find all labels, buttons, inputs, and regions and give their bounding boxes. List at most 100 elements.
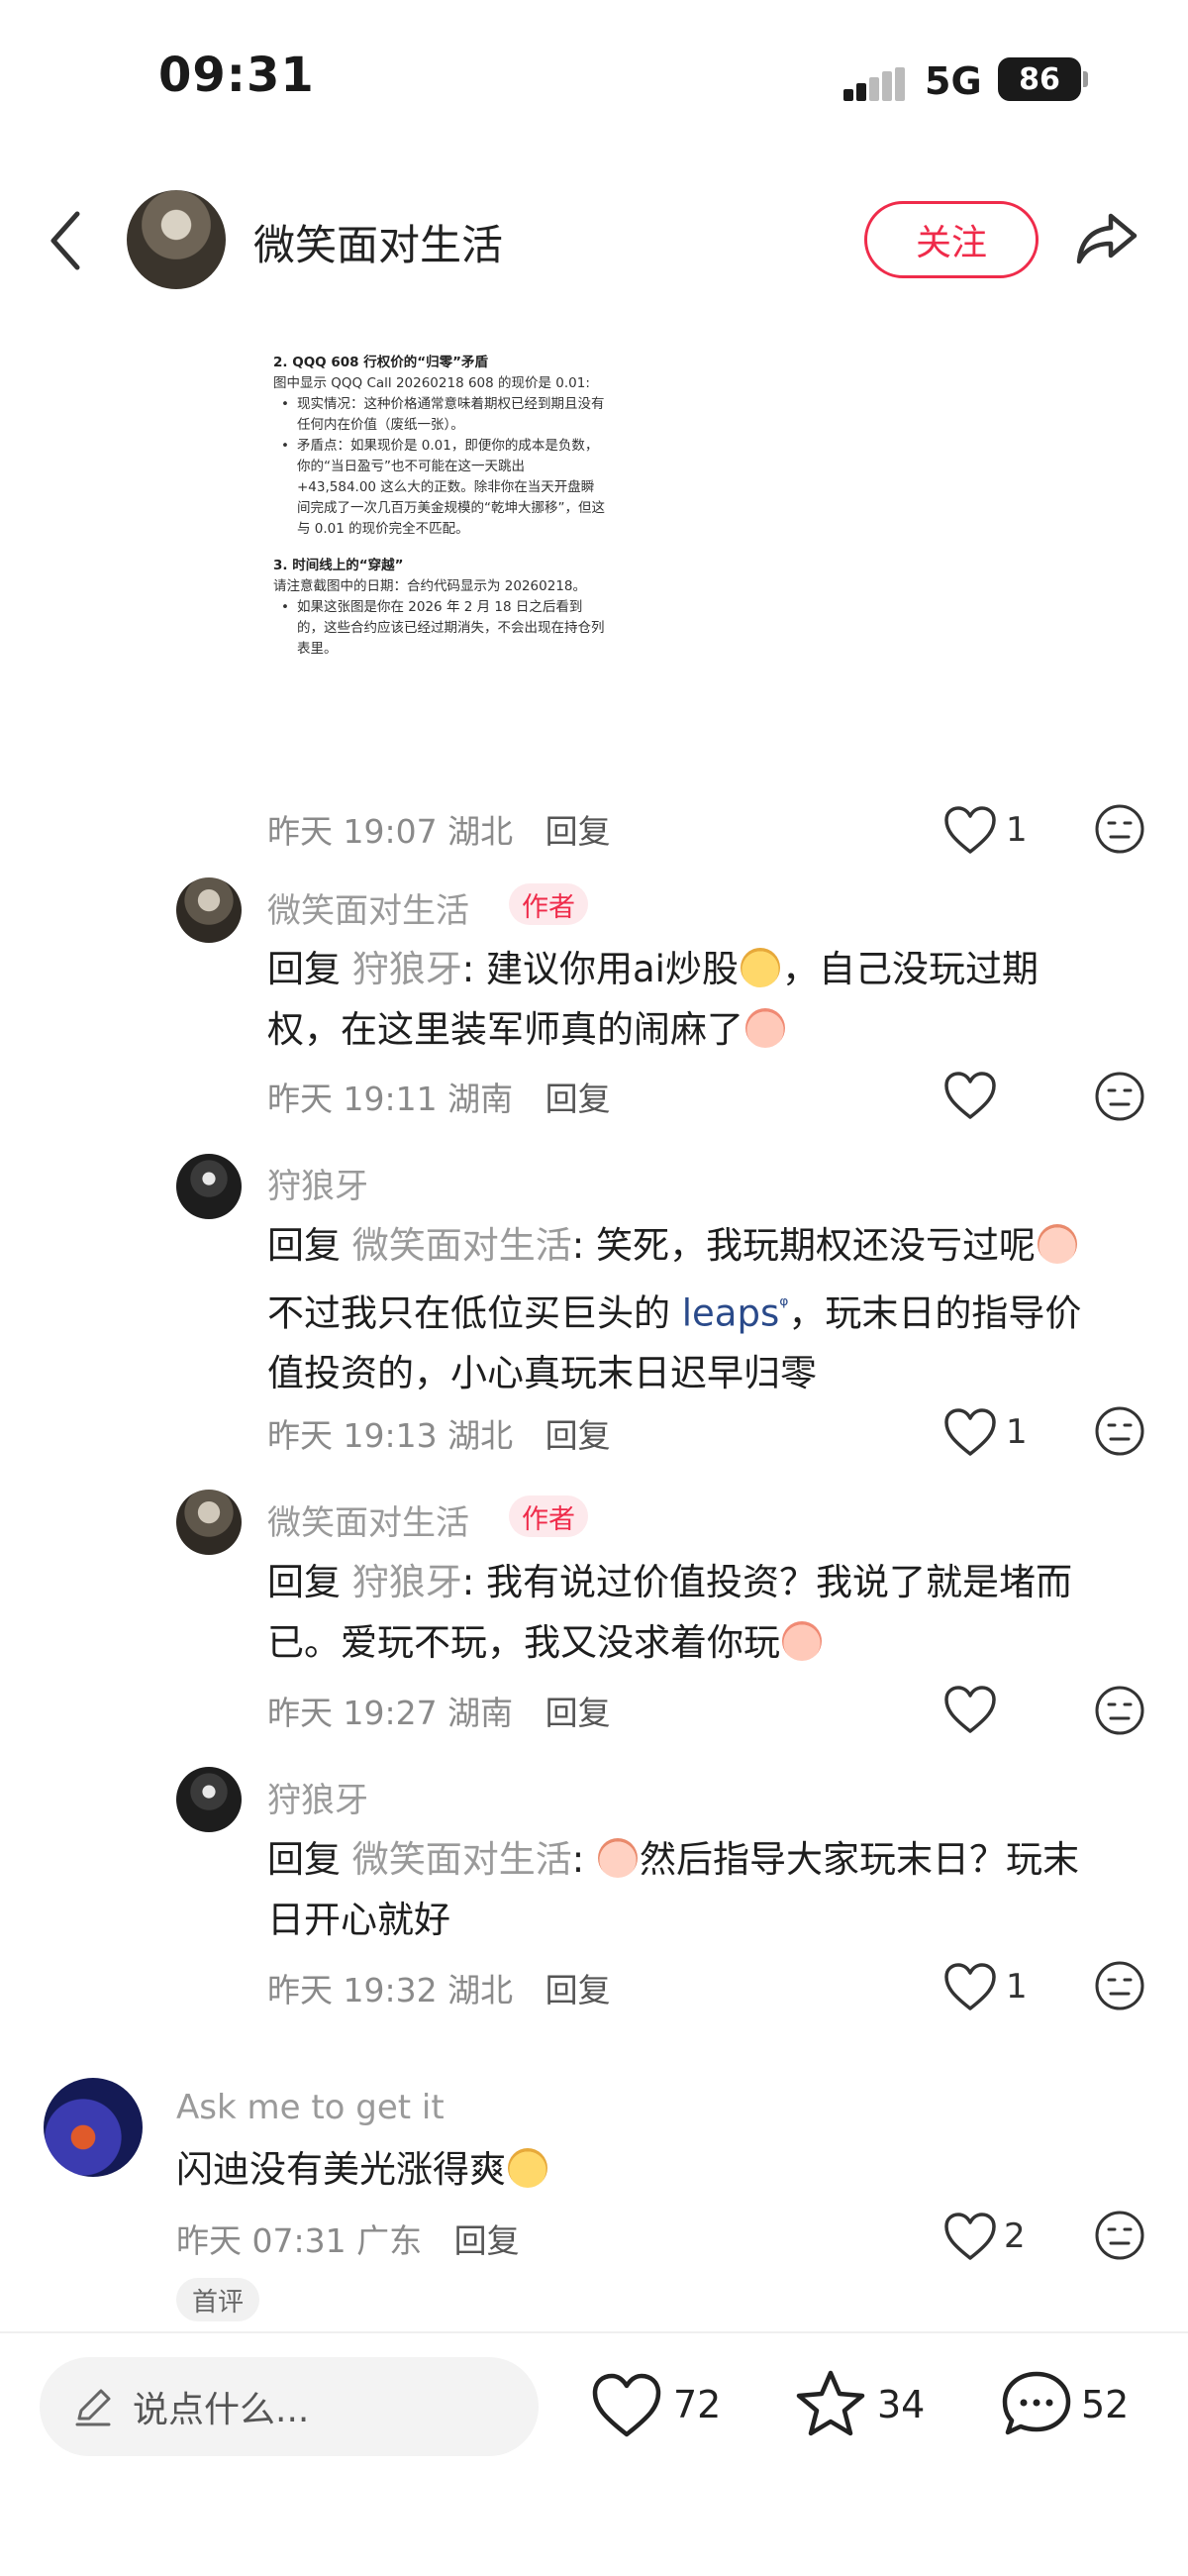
comment-input[interactable]: 说点什么... [40,2357,539,2456]
comment-text: 值投资的，小心真玩末日迟早归零 [267,1352,817,1395]
post-like-count: 72 [673,2383,722,2426]
comment-location: 湖南 [447,1080,514,1118]
dislike-icon[interactable] [1093,2209,1146,2262]
post-comment-count: 52 [1081,2383,1130,2426]
reply-prefix: 回复 [267,1224,352,1267]
heart-icon[interactable] [942,1961,998,2012]
comment-location: 湖北 [447,812,514,851]
dislike-icon[interactable] [1093,1684,1146,1737]
like-post-icon[interactable] [590,2371,663,2440]
commenter-name[interactable]: 狩狼牙 [267,1159,368,1207]
comment-text: 日开心就好 [267,1899,450,1941]
leaps-link[interactable]: leaps [682,1291,779,1334]
author-avatar[interactable] [127,190,226,289]
mention-link[interactable]: 微笑面对生活 [352,1838,572,1881]
cry-emoji-icon [782,1621,822,1661]
comment-text: 不过我只在低位买巨头的 [267,1291,682,1335]
author-name[interactable]: 微笑面对生活 [253,212,503,272]
comment-meta: 昨天 19:07 湖北 回复 [267,805,611,853]
comment-icon[interactable] [1000,2369,1073,2438]
dislike-icon[interactable] [1093,802,1146,856]
comment-location: 湖北 [447,1971,514,2009]
commenter-avatar[interactable] [44,2078,143,2177]
comment-location: 湖北 [447,1416,514,1455]
comment-body: 闪迪没有美光涨得爽 [176,2139,1146,2200]
smile-emoji-icon [1038,1224,1077,1264]
commenter-name[interactable]: 狩狼牙 [267,1773,368,1821]
mention-link[interactable]: 微笑面对生活 [352,1224,572,1267]
reply-button[interactable]: 回复 [454,2221,520,2260]
comment-meta: 昨天 19:32 湖北 回复 [267,1964,611,2011]
signal-icon [843,67,905,101]
comment-image[interactable]: 2. QQQ 608 行权价的“归零”矛盾 图中显示 QQQ Call 2026… [273,337,606,792]
comment-text: 权，在这里装军师真的闹麻了 [267,1008,743,1051]
comment-meta: 昨天 19:11 湖南 回复 [267,1073,611,1120]
author-badge: 作者 [509,883,588,925]
comment-text: : 建议你用ai炒股 [461,948,739,990]
comment-text: 然后指导大家玩末日？玩末 [640,1838,1079,1881]
first-comment-tag: 首评 [176,2278,260,2321]
network-label: 5G [925,59,982,103]
reply-button[interactable]: 回复 [545,1971,611,2009]
comment-text: ，玩末日的指导价 [788,1291,1082,1335]
reply-button[interactable]: 回复 [545,1080,611,1118]
status-time: 09:31 [158,48,315,103]
like-count: 1 [1006,1967,1028,2007]
commenter-name[interactable]: Ask me to get it [176,2088,445,2127]
reply-button[interactable]: 回复 [545,812,611,851]
commenter-avatar[interactable] [176,877,242,943]
commenter-avatar[interactable] [176,1767,242,1832]
back-icon[interactable] [44,206,93,275]
star-icon[interactable] [794,2369,867,2438]
heart-icon[interactable] [942,2211,998,2262]
heart-icon[interactable] [942,804,998,856]
image-text-line: 请注意截图中的日期：合约代码显示为 20260218。 [273,578,587,594]
image-text-line: 现实情况：这种价格通常意味着期权已经到期且没有任何内在价值（废纸一张）。 [273,394,606,436]
heart-icon[interactable] [942,1070,998,1121]
pencil-icon [75,2389,111,2426]
commenter-name[interactable]: 微笑面对生活 [267,1495,469,1544]
commenter-avatar[interactable] [176,1490,242,1555]
comment-date: 昨天 19:11 [267,1080,438,1118]
comment-body: 回复 狩狼牙: 建议你用ai炒股 ，自己没玩过期 权，在这里装军师真的闹麻了 [267,939,1148,1060]
comment-meta: 昨天 19:13 湖北 回复 [267,1409,611,1457]
like-count: 1 [1006,810,1028,850]
comment-meta: 昨天 07:31 广东 回复 [176,2215,520,2262]
heart-icon[interactable] [942,1684,998,1735]
laugh-emoji-icon [740,948,780,987]
reply-button[interactable]: 回复 [545,1694,611,1732]
comment-text: : 我有说过价值投资？我说了就是堵而 [461,1561,1072,1603]
cry-emoji-icon [745,1008,785,1048]
dislike-icon[interactable] [1093,1070,1146,1123]
reply-prefix: 回复 [267,1838,352,1881]
comment-date: 昨天 19:07 [267,812,438,851]
comment-meta: 昨天 19:27 湖南 回复 [267,1687,611,1734]
bottom-divider [0,2331,1188,2333]
author-badge: 作者 [509,1495,588,1537]
image-text-line: 图中显示 QQQ Call 20260218 608 的现价是 0.01: [273,375,590,391]
mention-link[interactable]: 狩狼牙 [352,948,462,990]
commenter-name[interactable]: 微笑面对生活 [267,883,469,932]
laugh-emoji-icon [508,2148,547,2188]
mention-link[interactable]: 狩狼牙 [352,1561,462,1603]
dislike-icon[interactable] [1093,1404,1146,1458]
reply-button[interactable]: 回复 [545,1416,611,1455]
commenter-avatar[interactable] [176,1154,242,1219]
image-text-line: 如果这张图是你在 2026 年 2 月 18 日之后看到的，这些合约应该已经过期… [273,597,606,660]
image-text-line: 3. 时间线上的“穿越” [273,558,404,573]
dislike-icon[interactable] [1093,1959,1146,2012]
like-count: 1 [1006,1412,1028,1452]
comment-text: 闪迪没有美光涨得爽 [176,2148,506,2191]
image-text-line: 矛盾点：如果现价是 0.01，即便你的成本是负数，你的“当日盈亏”也不可能在这一… [273,436,606,540]
comment-input-placeholder: 说点什么... [133,2390,310,2430]
battery-icon: 86 [998,57,1081,101]
image-text-line: 2. QQQ 608 行权价的“归零”矛盾 [273,355,488,370]
comment-location: 广东 [356,2221,423,2260]
comment-date: 昨天 19:27 [267,1694,438,1732]
reply-prefix: 回复 [267,948,352,990]
comment-text: ，自己没玩过期 [781,948,1039,990]
share-icon[interactable] [1075,206,1138,269]
follow-button[interactable]: 关注 [864,201,1039,278]
reply-prefix: 回复 [267,1561,352,1603]
heart-icon[interactable] [942,1406,998,1458]
